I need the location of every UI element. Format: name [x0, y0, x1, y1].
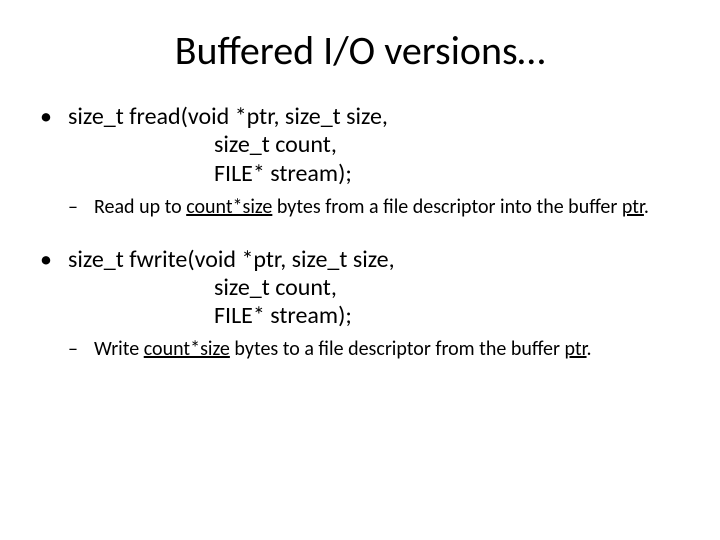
- fwrite-signature: size_t fwrite(void *ptr, size_t size, si…: [68, 246, 680, 331]
- subbullet-fwrite-desc: – Write count*size bytes to a file descr…: [68, 338, 680, 362]
- bullet-dot-icon: •: [40, 246, 68, 331]
- fwrite-desc-ptr: ptr: [564, 337, 586, 361]
- fwrite-desc-countsize: count*size: [144, 337, 230, 361]
- fwrite-desc-pre: Write: [94, 337, 144, 361]
- fread-desc-mid: bytes from a file descriptor into the bu…: [272, 195, 621, 219]
- fread-sig-line1: size_t fread(void *ptr, size_t size,: [68, 103, 680, 131]
- fwrite-sig-line1: size_t fwrite(void *ptr, size_t size,: [68, 246, 680, 274]
- fwrite-desc-post: .: [587, 337, 592, 361]
- bullet-dash-icon: –: [68, 338, 94, 362]
- fread-desc-post: .: [644, 195, 649, 219]
- bullet-dot-icon: •: [40, 103, 68, 188]
- fread-desc-countsize: count*size: [186, 195, 272, 219]
- fwrite-desc-mid: bytes to a file descriptor from the buff…: [230, 337, 565, 361]
- slide-title: Buffered I/O versions…: [40, 26, 680, 75]
- subbullet-fread-desc: – Read up to count*size bytes from a fil…: [68, 196, 680, 220]
- fread-desc: Read up to count*size bytes from a file …: [94, 196, 680, 220]
- fread-desc-pre: Read up to: [94, 195, 186, 219]
- slide-body: • size_t fread(void *ptr, size_t size, s…: [40, 103, 680, 362]
- fread-sig-line3: FILE* stream);: [68, 160, 680, 188]
- bullet-fread: • size_t fread(void *ptr, size_t size, s…: [40, 103, 680, 188]
- fwrite-sig-line3: FILE* stream);: [68, 302, 680, 330]
- fread-desc-ptr: ptr: [622, 195, 644, 219]
- fwrite-desc: Write count*size bytes to a file descrip…: [94, 338, 680, 362]
- fread-signature: size_t fread(void *ptr, size_t size, siz…: [68, 103, 680, 188]
- bullet-dash-icon: –: [68, 196, 94, 220]
- fwrite-sig-line2: size_t count,: [68, 274, 680, 302]
- bullet-fwrite: • size_t fwrite(void *ptr, size_t size, …: [40, 246, 680, 331]
- slide: Buffered I/O versions… • size_t fread(vo…: [0, 0, 720, 540]
- fread-sig-line2: size_t count,: [68, 131, 680, 159]
